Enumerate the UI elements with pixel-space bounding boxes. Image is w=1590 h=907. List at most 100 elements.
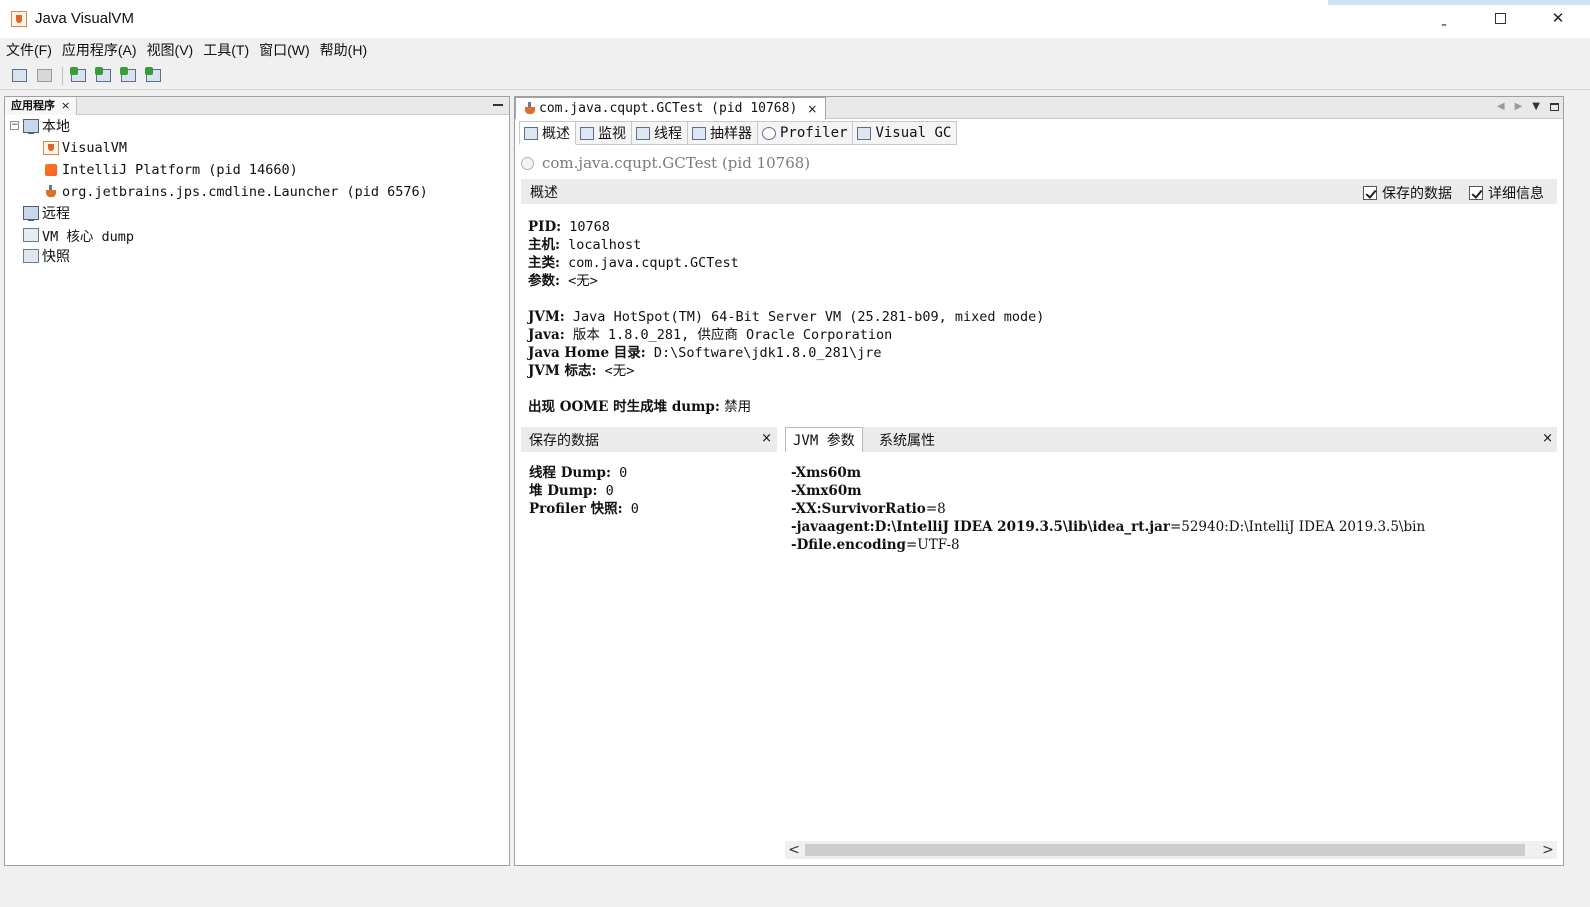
info-value: localhost: [559, 237, 642, 253]
tree-expander-local[interactable]: −: [10, 121, 19, 130]
overview-section-header: 概述 保存的数据 详细信息: [521, 179, 1557, 204]
jvm-arguments-list: -Xms60m -Xmx60m -XX:SurvivorRatio=8 -jav…: [791, 464, 1557, 554]
subtab-overview[interactable]: 概述: [519, 121, 576, 145]
saved-data-pane-header: 保存的数据 ×: [521, 427, 777, 452]
jvm-argument-key: -Xmx60m: [791, 483, 862, 499]
load-snapshot-icon[interactable]: [10, 66, 30, 86]
tree-node-local[interactable]: 本地: [23, 116, 70, 136]
scroll-tabs-left-icon[interactable]: ◀: [1497, 101, 1505, 112]
checkbox-checked-icon: [1469, 186, 1483, 200]
info-main-class: 主类: com.java.cqupt.GCTest: [528, 254, 1044, 272]
details-checkbox[interactable]: 详细信息: [1469, 183, 1544, 203]
scroll-tabs-right-icon[interactable]: ▶: [1515, 101, 1523, 112]
sampler-icon: [692, 126, 706, 140]
menu-applications[interactable]: 应用程序(A): [62, 40, 137, 60]
subtab-profiler[interactable]: Profiler: [758, 121, 854, 145]
menu-tools[interactable]: 工具(T): [203, 40, 249, 60]
menu-bar: 文件(F) 应用程序(A) 视图(V) 工具(T) 窗口(W) 帮助(H): [0, 38, 1590, 62]
jvm-argument: -Xmx60m: [791, 482, 1557, 500]
tab-jvm-arguments[interactable]: JVM 参数: [785, 427, 863, 452]
save-icon[interactable]: [35, 66, 55, 86]
jvm-argument: -Xms60m: [791, 464, 1557, 482]
tree-node-intellij[interactable]: IntelliJ Platform (pid 14660): [43, 160, 298, 180]
add-jmx-icon[interactable]: [94, 66, 114, 86]
tree-label-visualvm: VisualVM: [62, 140, 128, 156]
info-host: 主机: localhost: [528, 236, 1044, 254]
scrollbar-thumb[interactable]: [805, 844, 1525, 856]
tree-node-launcher[interactable]: org.jetbrains.jps.cmdline.Launcher (pid …: [43, 182, 428, 202]
maximize-panel-icon[interactable]: [1550, 102, 1559, 111]
subtab-monitor-label: 监视: [598, 126, 626, 142]
info-label: 线程 Dump:: [529, 465, 611, 481]
info-label: JVM:: [528, 309, 565, 325]
info-label: 主类:: [528, 255, 560, 271]
info-label: Java:: [528, 327, 565, 343]
jvm-argument-key: -javaagent:D:\IntelliJ IDEA 2019.3.5\lib…: [791, 519, 1170, 535]
minimize-panel-icon[interactable]: [493, 104, 503, 106]
scroll-right-icon[interactable]: >: [1539, 841, 1557, 859]
saved-data-checkbox[interactable]: 保存的数据: [1363, 183, 1452, 203]
scroll-left-icon[interactable]: <: [785, 841, 803, 859]
info-label: JVM 标志:: [528, 363, 597, 379]
minimize-button[interactable]: ˍ: [1416, 0, 1472, 38]
monitor-icon: [580, 126, 594, 140]
profiler-icon: [762, 126, 776, 140]
horizontal-scrollbar[interactable]: < >: [785, 841, 1557, 859]
info-label: Profiler 快照:: [529, 501, 623, 517]
menu-window[interactable]: 窗口(W): [259, 40, 310, 60]
subtab-sampler[interactable]: 抽样器: [688, 121, 758, 145]
tree-label-local: 本地: [42, 119, 70, 135]
close-window-button[interactable]: ✕: [1530, 0, 1586, 38]
tab-system-properties[interactable]: 系统属性: [871, 427, 943, 452]
thread-dump-icon[interactable]: [144, 66, 164, 86]
info-heap-dump-on-oome: 出现 OOME 时生成堆 dump: 禁用: [528, 398, 1044, 416]
subtab-monitor[interactable]: 监视: [576, 121, 632, 145]
local-host-icon: [23, 119, 39, 134]
subtab-visualgc[interactable]: Visual GC: [853, 121, 958, 145]
saved-data-content: 线程 Dump: 0 堆 Dump: 0 Profiler 快照: 0: [529, 464, 639, 518]
intellij-icon: [43, 163, 59, 177]
jvm-argument: -Dfile.encoding=UTF-8: [791, 536, 1557, 554]
add-host-icon[interactable]: [69, 66, 89, 86]
subtab-visualgc-label: Visual GC: [875, 125, 952, 141]
applications-tab[interactable]: 应用程序 ×: [5, 97, 78, 115]
toolbar-separator: [62, 66, 63, 85]
tree-label-intellij: IntelliJ Platform (pid 14660): [62, 162, 298, 178]
close-tab-icon[interactable]: ×: [61, 99, 70, 112]
overview-section-title: 概述: [530, 184, 558, 201]
java-cup-icon: [43, 185, 59, 199]
close-pane-icon[interactable]: ×: [761, 431, 772, 446]
applications-tabbar: 应用程序 ×: [5, 97, 509, 115]
subtab-threads[interactable]: 线程: [632, 121, 688, 145]
close-pane-icon[interactable]: ×: [1542, 431, 1553, 446]
tree-label-coredump: VM 核心 dump: [42, 229, 135, 245]
overview-icon: [524, 126, 538, 140]
close-tab-icon[interactable]: ×: [807, 102, 817, 116]
info-java: Java: 版本 1.8.0_281, 供应商 Oracle Corporati…: [528, 326, 1044, 344]
subtab-overview-label: 概述: [542, 126, 570, 142]
heap-dump-icon[interactable]: [119, 66, 139, 86]
applications-panel: 应用程序 × − 本地 VisualVM IntelliJ Platform (p…: [4, 96, 510, 866]
tree-node-coredump[interactable]: VM 核心 dump: [23, 225, 134, 245]
maximize-button[interactable]: [1472, 0, 1528, 38]
saved-thread-dumps: 线程 Dump: 0: [529, 464, 639, 482]
tree-node-snapshots[interactable]: 快照: [23, 246, 70, 266]
info-value: <无>: [559, 273, 598, 289]
checkbox-checked-icon: [1363, 186, 1377, 200]
visual-gc-icon: [857, 126, 872, 140]
info-jvm: JVM: Java HotSpot(TM) 64-Bit Server VM (…: [528, 308, 1044, 326]
info-value: 0: [597, 483, 614, 499]
info-value: com.java.cqupt.GCTest: [559, 255, 739, 271]
menu-help[interactable]: 帮助(H): [320, 40, 367, 60]
tree-node-remote[interactable]: 远程: [23, 203, 70, 223]
maximize-icon: [1494, 13, 1506, 24]
info-label: 出现 OOME 时生成堆 dump:: [528, 399, 720, 415]
document-tab[interactable]: com.java.cqupt.GCTest (pid 10768) ×: [515, 97, 827, 119]
menu-file[interactable]: 文件(F): [6, 40, 52, 60]
tree-label-remote: 远程: [42, 206, 70, 222]
tab-list-dropdown-icon[interactable]: ▼: [1532, 101, 1540, 112]
menu-view[interactable]: 视图(V): [147, 40, 194, 60]
info-jvm-flags: JVM 标志: <无>: [528, 362, 1044, 380]
tree-node-visualvm[interactable]: VisualVM: [43, 138, 127, 158]
